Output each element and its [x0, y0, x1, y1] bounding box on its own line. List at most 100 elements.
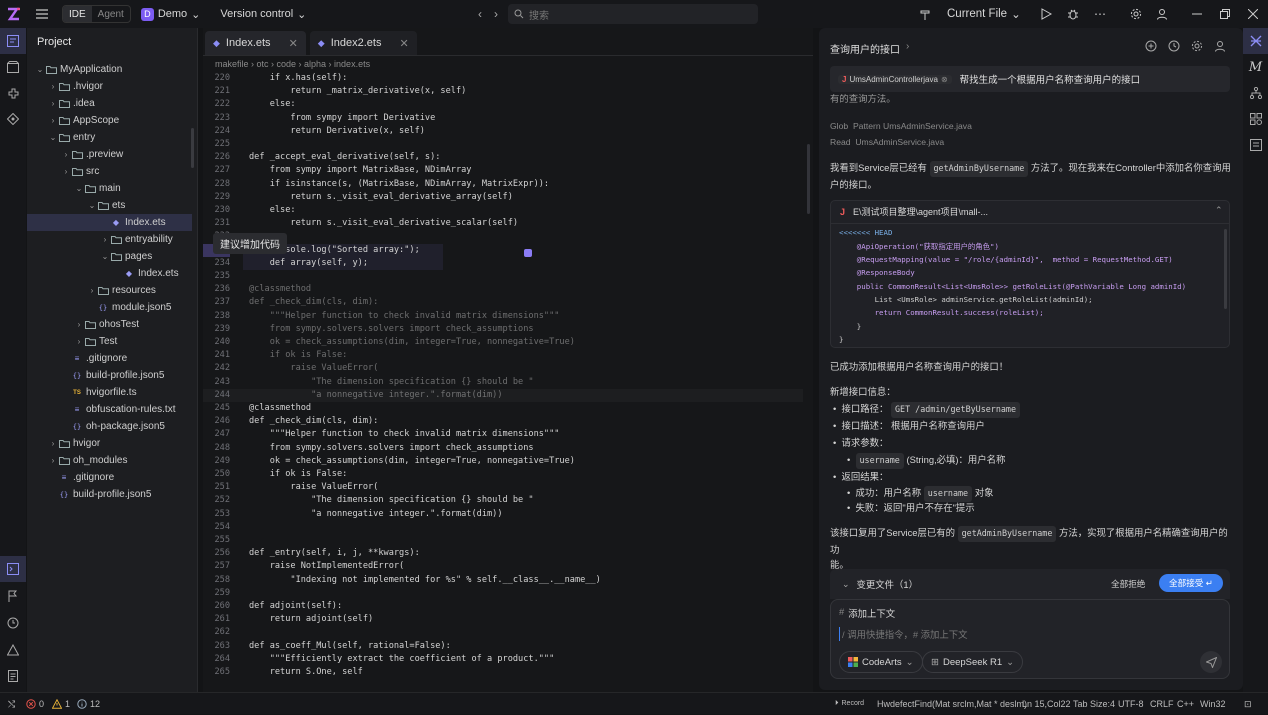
code-line[interactable]: 248 from sympy.solvers.solvers import ch…	[203, 442, 803, 455]
current-function[interactable]: HwdefectFind(Mat srclm,Mat * deslm)	[877, 693, 1027, 715]
agent-mode-tab[interactable]: Agent	[92, 6, 130, 22]
code-line[interactable]: 261 return adjoint(self)	[203, 613, 803, 626]
changed-files-label[interactable]: 变更文件（1）	[857, 577, 918, 591]
debug-bug-icon[interactable]	[1061, 2, 1085, 26]
code-line[interactable]: 239 from sympy.solvers.solvers import ch…	[203, 323, 803, 336]
code-line[interactable]: 232	[203, 230, 803, 243]
preview-panel-icon[interactable]	[1243, 132, 1268, 158]
tree-item[interactable]: {} module.json5	[27, 299, 192, 316]
code-line[interactable]: 253 "a nonnegative integer.".format(dim)…	[203, 508, 803, 521]
add-context-button[interactable]: # 添加上下文	[839, 606, 895, 620]
code-line[interactable]: 252 "The dimension specification {} shou…	[203, 494, 803, 507]
cursor-position[interactable]: Ln 15,Col22	[1022, 693, 1071, 715]
code-line[interactable]: 260 def adjoint(self):	[203, 600, 803, 613]
code-line[interactable]: 250 if ok is False:	[203, 468, 803, 481]
forward-arrow-icon[interactable]: ›	[484, 2, 508, 26]
tab-index2-ets[interactable]: ◆ Index2.ets ✕	[309, 31, 417, 55]
package-box-icon[interactable]	[0, 54, 26, 80]
hierarchy-icon[interactable]	[1243, 80, 1268, 106]
tree-item[interactable]: ⌄ MyApplication	[27, 61, 192, 78]
grid-apps-icon[interactable]	[1243, 106, 1268, 132]
history-icon[interactable]	[1168, 40, 1180, 52]
chat-input-box[interactable]: # 添加上下文 / 调用快捷指令，# 添加上下文 CodeArts ⌄ ⊞ Deep…	[830, 599, 1230, 679]
tree-item[interactable]: ◆ Index.ets	[27, 214, 192, 231]
notifications-icon[interactable]: ⊡	[1244, 693, 1252, 715]
global-search[interactable]: 搜索	[508, 4, 758, 24]
tree-item[interactable]: › hvigor	[27, 435, 192, 452]
language-mode[interactable]: C++	[1177, 693, 1194, 715]
model-selector[interactable]: ⊞ DeepSeek R1 ⌄	[922, 651, 1024, 673]
line-ending[interactable]: CRLF	[1150, 693, 1174, 715]
tree-item[interactable]: › .hvigor	[27, 78, 192, 95]
markdown-m-icon[interactable]: M	[1243, 54, 1268, 80]
code-line[interactable]: 236 @classmethod	[203, 283, 803, 296]
ide-mode-tab[interactable]: IDE	[63, 6, 92, 22]
code-line[interactable]: 227 from sympy import MatrixBase, NDimAr…	[203, 164, 803, 177]
tree-item[interactable]: › entryability	[27, 231, 192, 248]
code-line[interactable]: 246 def _check_dim(cls, dim):	[203, 415, 803, 428]
code-line[interactable]: 242 raise ValueError(	[203, 362, 803, 375]
code-line[interactable]: 221 return _matrix_derivative(x, self)	[203, 85, 803, 98]
code-line[interactable]: 264 """Efficiently extract the coefficie…	[203, 653, 803, 666]
user-icon[interactable]	[1214, 40, 1226, 52]
code-line[interactable]: 228 if isinstance(s, (MatrixBase, NDimAr…	[203, 178, 803, 191]
code-line[interactable]: 247 """Helper function to check invalid …	[203, 428, 803, 441]
terminal-icon[interactable]	[0, 556, 26, 582]
chevron-down-icon[interactable]: ⌄	[48, 133, 58, 142]
branch-icon[interactable]: ⤭	[8, 693, 15, 715]
reject-all-button[interactable]: 全部拒绝	[1111, 578, 1145, 590]
chevron-right-icon[interactable]: ›	[48, 82, 58, 91]
tab-size[interactable]: Tab Size:4	[1073, 693, 1115, 715]
tree-item[interactable]: ⌄ pages	[27, 248, 192, 265]
tree-item[interactable]: › ohosTest	[27, 316, 192, 333]
code-line[interactable]: 226 def _accept_eval_derivative(self, s):	[203, 151, 803, 164]
code-line[interactable]: 263 def as_coeff_Mul(self, rational=False…	[203, 640, 803, 653]
chevron-right-icon[interactable]: ›	[87, 286, 97, 295]
record-button[interactable]: ⏵ Record	[835, 693, 864, 715]
code-line[interactable]: 224 return Derivative(x, self)	[203, 125, 803, 138]
code-line[interactable]: 255	[203, 534, 803, 547]
tree-item[interactable]: › .preview	[27, 146, 192, 163]
code-line[interactable]: 223 from sympy import Derivative	[203, 112, 803, 125]
code-card-scrollbar[interactable]	[1224, 229, 1227, 309]
chevron-right-icon[interactable]: ›	[61, 150, 71, 159]
code-line[interactable]: 231 return s._visit_eval_derivative_scal…	[203, 217, 803, 230]
code-line[interactable]: 220 if x.has(self):	[203, 72, 803, 85]
document-list-icon[interactable]	[0, 663, 26, 689]
tree-item[interactable]: ◆ Index.ets	[27, 265, 192, 282]
code-line[interactable]: 235	[203, 270, 803, 283]
code-line[interactable]: 259	[203, 587, 803, 600]
warning-triangle-icon[interactable]	[0, 637, 26, 663]
chevron-down-icon[interactable]: ⌄	[74, 184, 84, 193]
tree-item[interactable]: › Test	[27, 333, 192, 350]
codearts-selector[interactable]: CodeArts ⌄	[839, 651, 923, 673]
tree-item[interactable]: › .idea	[27, 95, 192, 112]
tree-item[interactable]: › src	[27, 163, 192, 180]
chevron-right-icon[interactable]: ›	[48, 99, 58, 108]
diamond-plugin-icon[interactable]	[0, 106, 26, 132]
tree-item[interactable]: ≡ .gitignore	[27, 350, 192, 367]
code-line[interactable]: 258 "Indexing not implemented for %s" % …	[203, 574, 803, 587]
chevron-down-icon[interactable]: ⌄	[87, 201, 97, 210]
code-line[interactable]: 237 def _check_dim(cls, dim):	[203, 296, 803, 309]
restore-icon[interactable]	[1213, 2, 1237, 26]
tree-item[interactable]: {} oh-package.json5	[27, 418, 192, 435]
tree-item[interactable]: ≡ .gitignore	[27, 469, 192, 486]
code-line[interactable]: 222 else:	[203, 98, 803, 111]
code-line[interactable]: 230 else:	[203, 204, 803, 217]
code-line[interactable]: 229 return s._visit_eval_derivative_arra…	[203, 191, 803, 204]
flag-icon[interactable]	[0, 583, 26, 609]
chevron-down-icon[interactable]: ⌄	[842, 579, 850, 590]
info-count[interactable]: 12	[77, 693, 100, 715]
code-line[interactable]: 251 raise ValueError(	[203, 481, 803, 494]
chevron-right-icon[interactable]: ›	[48, 116, 58, 125]
breadcrumb[interactable]: makefile › otc › code › alpha › index.et…	[203, 56, 813, 72]
chevron-right-icon[interactable]: ›	[100, 235, 110, 244]
close-tab-icon[interactable]: ✕	[289, 37, 298, 50]
code-line[interactable]: 262	[203, 626, 803, 639]
warning-count[interactable]: 1	[52, 693, 70, 715]
error-count[interactable]: 0	[26, 693, 44, 715]
chevron-up-icon[interactable]: ⌃	[1215, 205, 1223, 216]
code-line[interactable]: 244 "a nonnegative integer.".format(dim)…	[203, 389, 803, 402]
code-card-header[interactable]: J E\测试项目整理\agent项目\mall-...	[840, 205, 988, 218]
